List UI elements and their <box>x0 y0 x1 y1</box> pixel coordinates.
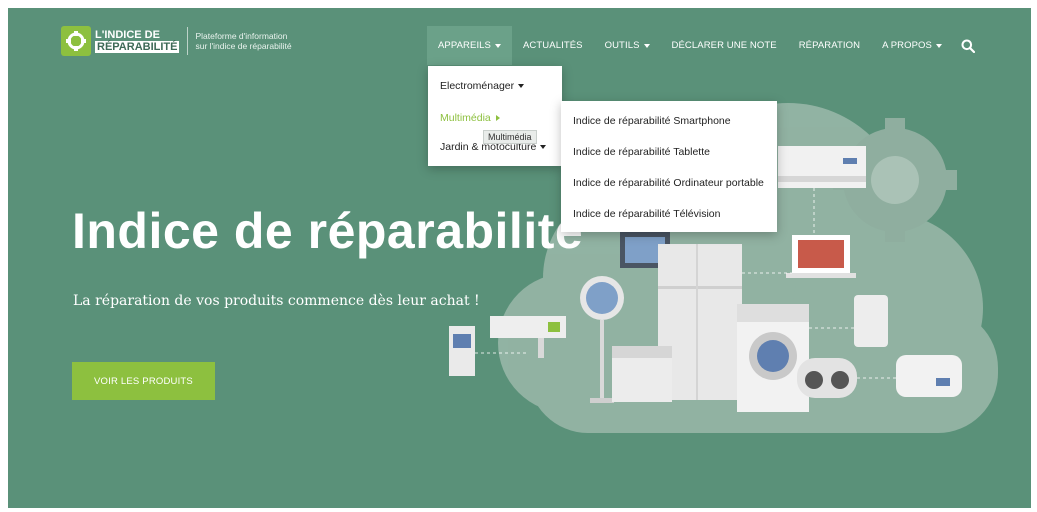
submenu-item-ordinateur-portable[interactable]: Indice de réparabilité Ordinateur portab… <box>573 177 764 189</box>
air-conditioner-icon <box>778 146 866 188</box>
tooltip: Multimédia <box>483 130 537 144</box>
menu-item-electromenager[interactable]: Electroménager <box>440 80 525 92</box>
nav-item-outils[interactable]: OUTILS <box>594 26 661 65</box>
tagline-line2: sur l'indice de réparabilité <box>195 41 292 51</box>
nav-item-appareils[interactable]: APPAREILS <box>427 26 512 65</box>
menu-item-label: Electroménager <box>440 80 515 92</box>
main-nav: APPAREILS ACTUALITÉS OUTILS DÉCLARER UNE… <box>427 26 979 65</box>
logo-tagline: Plateforme d'information sur l'indice de… <box>195 31 291 51</box>
nav-label: DÉCLARER UNE NOTE <box>671 40 777 51</box>
multimedia-submenu: Indice de réparabilité Smartphone Indice… <box>561 101 777 232</box>
caret-down-icon <box>495 43 501 48</box>
search-button[interactable] <box>957 26 979 65</box>
logo-line2: RÉPARABILITÉ <box>95 41 180 53</box>
kettle-icon <box>854 295 888 347</box>
view-products-button[interactable]: VOIR LES PRODUITS <box>72 362 215 400</box>
search-icon <box>961 39 975 53</box>
toaster-icon <box>896 355 962 397</box>
menu-item-label: Multimédia <box>440 112 491 124</box>
logo-wordmark: L'INDICE DE RÉPARABILITÉ <box>95 29 180 53</box>
submenu-item-television[interactable]: Indice de réparabilité Télévision <box>573 208 720 220</box>
site-logo[interactable]: L'INDICE DE RÉPARABILITÉ Plateforme d'in… <box>61 26 292 56</box>
washing-machine-icon <box>737 304 809 412</box>
page: L'INDICE DE RÉPARABILITÉ Plateforme d'in… <box>8 8 1031 508</box>
tagline-line1: Plateforme d'information <box>195 31 288 41</box>
nav-label: APPAREILS <box>438 40 491 51</box>
nav-item-declarer-une-note[interactable]: DÉCLARER UNE NOTE <box>661 26 788 65</box>
caret-down-icon <box>643 43 650 48</box>
caret-right-icon <box>495 115 500 122</box>
nav-item-actualites[interactable]: ACTUALITÉS <box>512 26 594 65</box>
caret-down-icon <box>518 84 525 89</box>
submenu-item-tablette[interactable]: Indice de réparabilité Tablette <box>573 146 710 158</box>
laptop-icon <box>786 235 856 278</box>
caret-down-icon <box>540 145 547 150</box>
radiator-icon <box>612 346 672 402</box>
hero-subtitle: La réparation de vos produits commence d… <box>73 293 480 309</box>
radio-icon <box>797 358 857 398</box>
hero-title: Indice de réparabilite <box>72 203 584 259</box>
nav-item-reparation[interactable]: RÉPARATION <box>788 26 871 65</box>
nav-item-a-propos[interactable]: A PROPOS <box>871 26 953 65</box>
appareils-dropdown-menu: Electroménager Multimédia Jardin & motoc… <box>428 66 562 166</box>
logo-line1: L'INDICE DE <box>95 29 160 41</box>
nav-label: ACTUALITÉS <box>523 40 583 51</box>
nav-label: A PROPOS <box>882 40 932 51</box>
menu-item-multimedia[interactable]: Multimédia <box>440 112 500 124</box>
smartphone-icon <box>449 326 475 376</box>
logo-divider <box>187 27 189 55</box>
submenu-item-smartphone[interactable]: Indice de réparabilité Smartphone <box>573 115 731 127</box>
nav-label: RÉPARATION <box>798 40 861 51</box>
logo-gear-icon <box>61 26 91 56</box>
caret-down-icon <box>935 43 942 48</box>
nav-label: OUTILS <box>604 40 640 51</box>
